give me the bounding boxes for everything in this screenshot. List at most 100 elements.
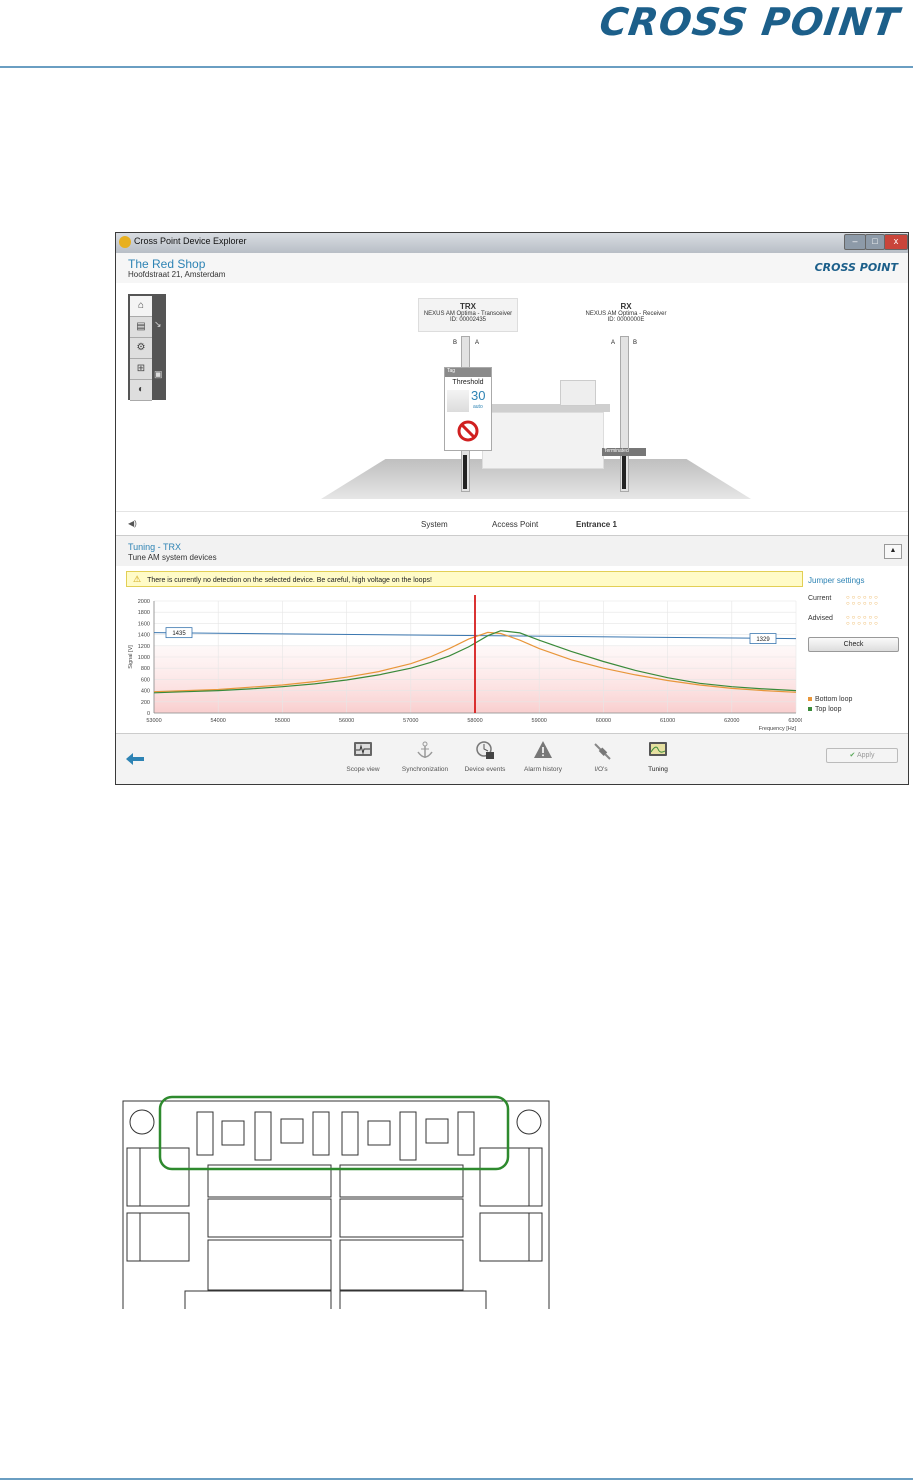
tuning-subtitle: Tune AM system devices xyxy=(128,553,217,562)
x-tick-label: 56000 xyxy=(339,718,354,724)
collapse-button[interactable]: ▲ xyxy=(884,544,902,559)
camera-icon[interactable]: ◐ xyxy=(130,380,152,401)
check-button[interactable]: Check xyxy=(808,637,899,652)
tab-system[interactable]: System xyxy=(421,520,448,529)
rx-antenna-a: A xyxy=(611,340,616,346)
counter xyxy=(482,412,604,469)
y-tick-label: 800 xyxy=(141,666,150,672)
threshold-tag: Tag xyxy=(445,368,491,377)
y-axis-label: Signal [V] xyxy=(128,645,134,669)
tab-access-point[interactable]: Access Point xyxy=(492,520,538,529)
x-tick-label: 63000 xyxy=(788,718,802,724)
rx-antenna-b: B xyxy=(633,340,638,346)
no-detection-icon xyxy=(457,420,479,442)
rx-base xyxy=(622,455,626,489)
threshold-right-label: 1329 xyxy=(756,637,770,643)
app-brand-logo: CROSS POINT xyxy=(814,261,898,274)
app-header: The Red Shop Hoofdstraat 21, Amsterdam C… xyxy=(116,253,908,284)
tool-scope-view[interactable]: Scope view xyxy=(338,740,388,773)
warning-banner: ⚠ There is currently no detection on the … xyxy=(126,571,803,587)
y-tick-label: 0 xyxy=(147,711,150,717)
component-7 xyxy=(184,1290,332,1309)
app-window: Cross Point Device Explorer – □ x The Re… xyxy=(115,232,909,785)
shop-address: Hoofdstraat 21, Amsterdam xyxy=(128,270,226,279)
maximize-button[interactable]: □ xyxy=(865,234,885,250)
jumper-advised-label: Advised xyxy=(808,615,833,622)
tool-ios[interactable]: I/O's xyxy=(576,740,626,773)
connector-left-2 xyxy=(126,1212,190,1262)
settings-icon[interactable]: ⚙ xyxy=(130,338,152,359)
window-title: Cross Point Device Explorer xyxy=(134,236,247,246)
synchronization-label: Synchronization xyxy=(401,766,449,773)
speaker-icon[interactable]: ◀) xyxy=(128,519,137,528)
y-tick-label: 1400 xyxy=(138,633,150,639)
component-3 xyxy=(207,1198,332,1238)
tab-entrance-1[interactable]: Entrance 1 xyxy=(576,520,617,529)
scope-view-icon xyxy=(354,742,372,756)
tool-alarm-history[interactable]: Alarm history xyxy=(518,740,568,773)
alarm-history-icon xyxy=(534,741,552,758)
jumper-current-label: Current xyxy=(808,595,832,602)
header-rule xyxy=(0,66,913,68)
y-tick-label: 1000 xyxy=(138,655,150,661)
jumper-block-4 xyxy=(341,1111,359,1156)
devices-icon[interactable]: ▤ xyxy=(130,317,152,338)
jumper-current-pins: ○○○○○○ ○○○○○○ xyxy=(846,595,880,607)
warning-icon: ⚠ xyxy=(133,574,142,584)
back-arrow-icon[interactable] xyxy=(126,753,144,765)
trx-antenna-a: A xyxy=(475,340,480,346)
y-tick-label: 1800 xyxy=(138,610,150,616)
tab-divider xyxy=(116,511,908,512)
trx-base xyxy=(463,455,467,489)
y-tick-label: 2000 xyxy=(138,599,150,605)
jumper-block-2 xyxy=(254,1111,272,1161)
x-tick-label: 57000 xyxy=(403,718,418,724)
checkmark-icon: ✔ xyxy=(849,752,857,759)
connector-right-1 xyxy=(479,1147,543,1207)
threshold-left-label: 1435 xyxy=(172,631,186,637)
minimize-button[interactable]: – xyxy=(844,234,866,250)
x-tick-label: 61000 xyxy=(660,718,675,724)
x-axis-label: Frequency [Hz] xyxy=(759,726,797,732)
connector-right-2 xyxy=(479,1212,543,1262)
mounting-hole-right xyxy=(516,1109,542,1135)
component-4 xyxy=(339,1198,464,1238)
network-icon[interactable]: ⊞ xyxy=(130,359,152,380)
mounting-hole-left xyxy=(129,1109,155,1135)
trx-name: TRX xyxy=(460,302,476,311)
device-events-label: Device events xyxy=(464,766,506,773)
home-icon[interactable]: ⌂ xyxy=(130,296,152,317)
y-tick-label: 200 xyxy=(141,700,150,706)
scope-view-label: Scope view xyxy=(346,766,380,773)
apply-button[interactable]: ✔ Apply xyxy=(826,748,898,763)
close-button[interactable]: x xyxy=(884,234,908,250)
trx-id: ID: 00002435 xyxy=(449,317,487,323)
tuning-header: Tuning - TRX Tune AM system devices ▲ xyxy=(116,535,908,566)
jumper-square-3 xyxy=(367,1120,391,1146)
view-sidebar: ⌂ ▤ ⚙ ⊞ ◐ ↘ ▣ xyxy=(128,294,166,401)
jumper-block-1 xyxy=(196,1111,214,1156)
terminated-label: Terminated xyxy=(602,448,646,456)
legend-bottom-loop: Bottom loop xyxy=(808,696,852,703)
trx-card[interactable]: TRX NEXUS AM Optima - Transceiver ID: 00… xyxy=(418,298,518,332)
x-tick-label: 54000 xyxy=(211,718,226,724)
x-tick-label: 60000 xyxy=(596,718,611,724)
plug-icon xyxy=(594,743,611,760)
x-tick-label: 59000 xyxy=(532,718,547,724)
export-icon[interactable]: ▣ xyxy=(154,369,164,379)
tool-tuning[interactable]: Tuning xyxy=(633,740,683,773)
tuning-icon xyxy=(649,742,667,756)
warning-text: There is currently no detection on the s… xyxy=(147,577,432,584)
jumper-highlight xyxy=(158,1095,510,1171)
rx-card[interactable]: RX NEXUS AM Optima - Receiver ID: 000000… xyxy=(574,298,678,332)
tool-synchronization[interactable]: Synchronization xyxy=(400,740,450,773)
threshold-popup[interactable]: Tag Threshold 30 auto xyxy=(444,367,492,451)
tool-device-events[interactable]: Device events xyxy=(460,740,510,773)
jumper-square-4 xyxy=(425,1118,449,1144)
tuning-title: Tuning - TRX xyxy=(128,542,182,552)
jumper-block-6 xyxy=(457,1111,475,1156)
expand-icon[interactable]: ↘ xyxy=(154,319,164,329)
x-tick-label: 58000 xyxy=(467,718,482,724)
component-5 xyxy=(207,1239,332,1291)
x-tick-label: 62000 xyxy=(724,718,739,724)
